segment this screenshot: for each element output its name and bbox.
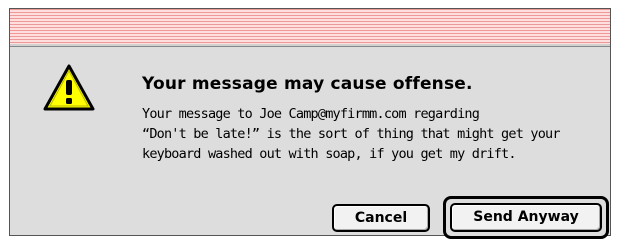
dialog-titlebar[interactable] [10, 9, 610, 47]
cancel-button[interactable]: Cancel [332, 204, 430, 232]
message-line: “Don't be late!” is the sort of thing th… [142, 126, 560, 142]
message-line: keyboard washed out with soap, if you ge… [142, 146, 517, 162]
send-anyway-button[interactable]: Send Anyway [450, 203, 602, 232]
caution-triangle-icon [43, 64, 95, 111]
message-line: Your message to Joe Camp@myfirmm.com reg… [142, 106, 480, 122]
dialog-message: Your message to Joe Camp@myfirmm.com reg… [142, 104, 612, 164]
dialog-title: Your message may cause offense. [142, 74, 473, 94]
alert-dialog: Your message may cause offense. Your mes… [9, 8, 612, 239]
